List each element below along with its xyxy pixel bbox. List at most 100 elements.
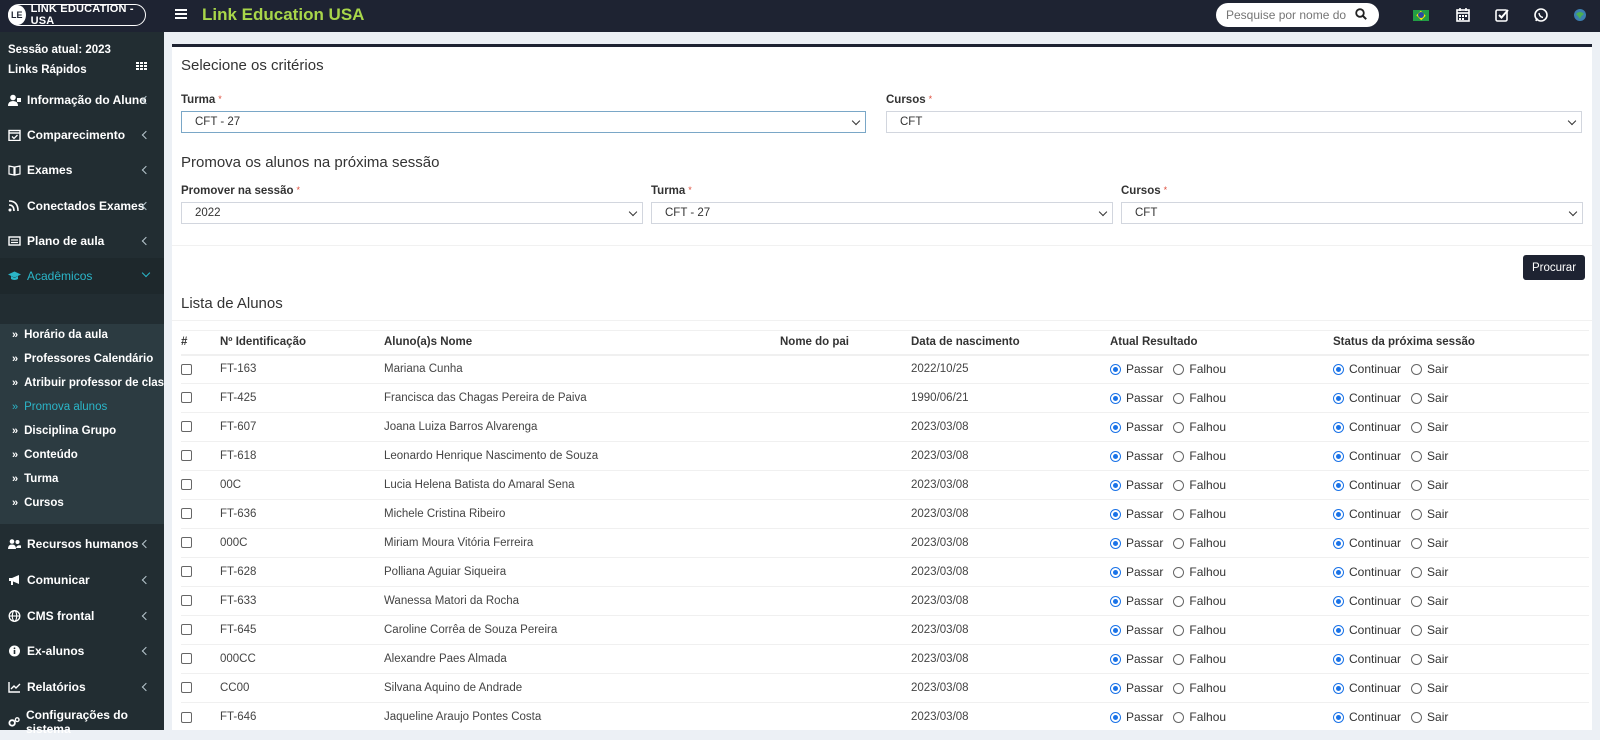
result-fail-radio[interactable] bbox=[1173, 537, 1185, 549]
status-continue-radio[interactable] bbox=[1333, 653, 1344, 665]
criteria-turma-select[interactable]: CFT - 27 bbox=[181, 111, 866, 133]
search-button[interactable]: Procurar bbox=[1523, 255, 1585, 280]
result-pass-radio[interactable] bbox=[1110, 711, 1121, 723]
result-fail-radio[interactable] bbox=[1173, 363, 1185, 375]
status-leave-radio[interactable] bbox=[1411, 421, 1423, 433]
result-pass-radio[interactable] bbox=[1110, 508, 1121, 520]
promote-turma-select[interactable]: CFT - 27 bbox=[651, 202, 1113, 224]
sidebar-item-reports[interactable]: Relatórios bbox=[0, 669, 164, 705]
task-checkbox-icon[interactable] bbox=[1494, 7, 1510, 23]
row-checkbox[interactable] bbox=[181, 624, 192, 636]
search-input[interactable] bbox=[1226, 8, 1346, 22]
submenu-content[interactable]: » Conteúdo bbox=[12, 449, 164, 461]
result-fail-radio[interactable] bbox=[1173, 421, 1185, 433]
submenu-promote-students[interactable]: » Promova alunos bbox=[12, 401, 164, 413]
row-checkbox[interactable] bbox=[181, 653, 192, 665]
sidebar-item-communicate[interactable]: Comunicar bbox=[0, 562, 164, 598]
status-continue-radio[interactable] bbox=[1333, 421, 1344, 433]
row-checkbox[interactable] bbox=[181, 566, 192, 578]
status-continue-radio[interactable] bbox=[1333, 537, 1344, 549]
sidebar-item-lesson-plan[interactable]: Plano de aula bbox=[0, 223, 164, 259]
sidebar-item-student-info[interactable]: Informação do Aluno bbox=[0, 82, 164, 118]
status-leave-radio[interactable] bbox=[1411, 363, 1423, 375]
submenu-assign-class-teacher[interactable]: » Atribuir professor de classe bbox=[12, 377, 164, 389]
result-pass-radio[interactable] bbox=[1110, 450, 1121, 462]
result-fail-radio[interactable] bbox=[1173, 450, 1185, 462]
submenu-teachers-calendar[interactable]: » Professores Calendário bbox=[12, 353, 164, 365]
sidebar-item-exams[interactable]: Exames bbox=[0, 152, 164, 188]
status-continue-radio[interactable] bbox=[1333, 479, 1344, 491]
calendar-icon[interactable] bbox=[1455, 7, 1471, 23]
result-fail-radio[interactable] bbox=[1173, 508, 1185, 520]
result-pass-radio[interactable] bbox=[1110, 479, 1121, 491]
result-fail-radio[interactable] bbox=[1173, 653, 1185, 665]
sidebar-item-alumni[interactable]: Ex-alunos bbox=[0, 633, 164, 669]
sidebar-item-system-settings[interactable]: Configurações do sistema bbox=[0, 704, 164, 740]
status-leave-radio[interactable] bbox=[1411, 624, 1423, 636]
status-continue-radio[interactable] bbox=[1333, 595, 1344, 607]
submenu-class-schedule[interactable]: » Horário da aula bbox=[12, 329, 164, 341]
row-checkbox[interactable] bbox=[181, 363, 192, 375]
row-checkbox[interactable] bbox=[181, 508, 192, 520]
criteria-cursos-select[interactable]: CFT bbox=[886, 111, 1582, 133]
submenu-class[interactable]: » Turma bbox=[12, 473, 164, 485]
result-fail-radio[interactable] bbox=[1173, 566, 1185, 578]
status-continue-radio[interactable] bbox=[1333, 682, 1344, 694]
promote-cursos-select[interactable]: CFT bbox=[1121, 202, 1583, 224]
result-pass-radio[interactable] bbox=[1110, 595, 1121, 607]
quick-links-grid-icon[interactable] bbox=[136, 62, 147, 72]
sidebar-item-front-cms[interactable]: CMS frontal bbox=[0, 598, 164, 634]
row-checkbox[interactable] bbox=[181, 421, 192, 433]
status-continue-radio[interactable] bbox=[1333, 450, 1344, 462]
row-checkbox[interactable] bbox=[181, 392, 192, 404]
status-leave-radio[interactable] bbox=[1411, 566, 1423, 578]
result-fail-radio[interactable] bbox=[1173, 682, 1185, 694]
hamburger-menu-icon[interactable] bbox=[175, 8, 187, 20]
status-continue-radio[interactable] bbox=[1333, 566, 1344, 578]
result-pass-radio[interactable] bbox=[1110, 682, 1121, 694]
status-leave-radio[interactable] bbox=[1411, 392, 1423, 404]
result-pass-radio[interactable] bbox=[1110, 653, 1121, 665]
promote-session-select[interactable]: 2022 bbox=[181, 202, 643, 224]
app-logo[interactable]: LE LINK EDUCATION - USA bbox=[8, 3, 146, 27]
sidebar-item-human-resources[interactable]: Recursos humanos bbox=[0, 526, 164, 562]
row-checkbox[interactable] bbox=[181, 595, 192, 607]
row-checkbox[interactable] bbox=[181, 537, 192, 549]
result-fail-radio[interactable] bbox=[1173, 392, 1185, 404]
status-leave-radio[interactable] bbox=[1411, 537, 1423, 549]
sidebar-item-online-exams[interactable]: Conectados Exames bbox=[0, 188, 164, 224]
result-pass-radio[interactable] bbox=[1110, 566, 1121, 578]
status-continue-radio[interactable] bbox=[1333, 711, 1344, 723]
status-continue-radio[interactable] bbox=[1333, 508, 1344, 520]
status-leave-radio[interactable] bbox=[1411, 711, 1423, 723]
result-pass-radio[interactable] bbox=[1110, 363, 1121, 375]
result-pass-radio[interactable] bbox=[1110, 537, 1121, 549]
row-checkbox[interactable] bbox=[181, 479, 192, 491]
result-fail-radio[interactable] bbox=[1173, 711, 1185, 723]
submenu-courses[interactable]: » Cursos bbox=[12, 497, 164, 509]
status-leave-radio[interactable] bbox=[1411, 508, 1423, 520]
brazil-flag-icon[interactable] bbox=[1413, 7, 1429, 23]
status-leave-radio[interactable] bbox=[1411, 595, 1423, 607]
row-checkbox[interactable] bbox=[181, 682, 192, 694]
status-leave-radio[interactable] bbox=[1411, 479, 1423, 491]
submenu-subject-group[interactable]: » Disciplina Grupo bbox=[12, 425, 164, 437]
result-fail-radio[interactable] bbox=[1173, 479, 1185, 491]
user-avatar-icon[interactable] bbox=[1572, 7, 1588, 23]
status-continue-radio[interactable] bbox=[1333, 624, 1344, 636]
row-checkbox[interactable] bbox=[181, 711, 192, 723]
status-continue-radio[interactable] bbox=[1333, 392, 1344, 404]
result-fail-radio[interactable] bbox=[1173, 595, 1185, 607]
status-leave-radio[interactable] bbox=[1411, 653, 1423, 665]
sidebar-item-academics[interactable]: Acadêmicos bbox=[0, 258, 164, 294]
result-pass-radio[interactable] bbox=[1110, 624, 1121, 636]
status-continue-radio[interactable] bbox=[1333, 363, 1344, 375]
row-checkbox[interactable] bbox=[181, 450, 192, 462]
search-icon[interactable] bbox=[1355, 8, 1367, 20]
result-fail-radio[interactable] bbox=[1173, 624, 1185, 636]
status-leave-radio[interactable] bbox=[1411, 682, 1423, 694]
sidebar-item-attendance[interactable]: Comparecimento bbox=[0, 117, 164, 153]
result-pass-radio[interactable] bbox=[1110, 421, 1121, 433]
result-pass-radio[interactable] bbox=[1110, 392, 1121, 404]
status-leave-radio[interactable] bbox=[1411, 450, 1423, 462]
